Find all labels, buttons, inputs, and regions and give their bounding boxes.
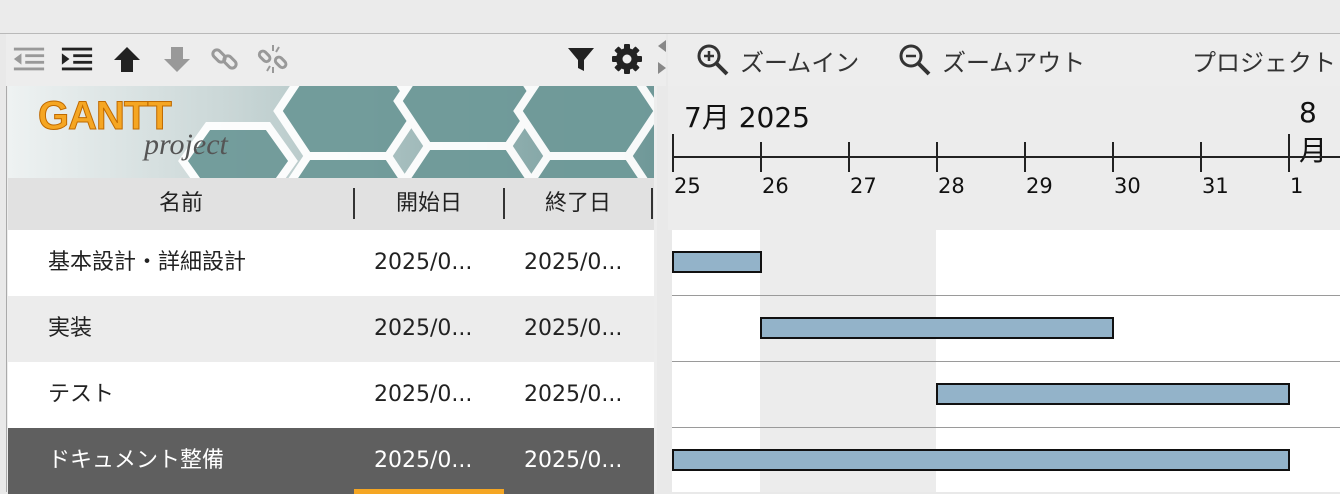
task-end-cell[interactable]: 2025/0... bbox=[524, 296, 622, 362]
day-tick bbox=[1200, 142, 1202, 172]
ganttproject-logo-banner: GANTT project bbox=[8, 86, 654, 178]
task-start-cell[interactable]: 2025/0... bbox=[374, 362, 472, 428]
zoom-out-button[interactable]: ズームアウト bbox=[898, 34, 1085, 86]
day-label: 29 bbox=[1026, 174, 1053, 198]
gantt-chart-area[interactable] bbox=[672, 230, 1340, 492]
table-row-selected[interactable]: ドキュメント整備 2025/0... 2025/0... bbox=[8, 428, 654, 494]
move-down-icon[interactable] bbox=[160, 42, 194, 76]
filter-icon[interactable] bbox=[564, 42, 598, 76]
chart-toolbar: ズームイン ズームアウト プロジェクト bbox=[668, 34, 1340, 86]
outdent-icon[interactable] bbox=[12, 42, 46, 76]
table-row[interactable]: 実装 2025/0... 2025/0... bbox=[8, 296, 654, 362]
column-header-name[interactable]: 名前 bbox=[8, 178, 354, 230]
task-name-cell[interactable]: テスト bbox=[48, 362, 114, 428]
day-tick bbox=[760, 142, 762, 172]
task-bar[interactable] bbox=[672, 449, 1290, 471]
next-month-label: 8月 bbox=[1299, 96, 1328, 167]
project-label: プロジェクト bbox=[1192, 48, 1336, 77]
task-start-cell[interactable]: 2025/0... bbox=[374, 428, 472, 494]
day-label: 1 bbox=[1290, 174, 1304, 198]
zoom-in-icon bbox=[697, 44, 729, 76]
task-end-cell[interactable]: 2025/0... bbox=[524, 230, 622, 296]
task-start-cell[interactable]: 2025/0... bbox=[374, 230, 472, 296]
row-divider bbox=[672, 427, 1340, 428]
table-row[interactable]: 基本設計・詳細設計 2025/0... 2025/0... bbox=[8, 230, 654, 296]
month-label: 7月 2025 bbox=[684, 101, 810, 134]
day-label: 28 bbox=[938, 174, 965, 198]
zoom-out-icon bbox=[899, 44, 931, 76]
day-tick bbox=[1112, 142, 1114, 172]
row-divider bbox=[672, 295, 1340, 296]
day-tick bbox=[936, 142, 938, 172]
unlink-icon[interactable] bbox=[256, 42, 290, 76]
day-label: 30 bbox=[1114, 174, 1141, 198]
table-row[interactable]: テスト 2025/0... 2025/0... bbox=[8, 362, 654, 428]
indent-icon[interactable] bbox=[60, 42, 94, 76]
task-end-cell[interactable]: 2025/0... bbox=[524, 428, 622, 494]
column-header-end[interactable]: 終了日 bbox=[505, 178, 651, 230]
zoom-in-label: ズームイン bbox=[740, 48, 860, 77]
day-label: 27 bbox=[850, 174, 877, 198]
day-tick bbox=[1024, 142, 1026, 172]
day-tick bbox=[848, 142, 850, 172]
row-divider bbox=[672, 361, 1340, 362]
zoom-in-button[interactable]: ズームイン bbox=[696, 34, 859, 86]
link-icon[interactable] bbox=[208, 42, 242, 76]
task-name-cell[interactable]: 基本設計・詳細設計 bbox=[48, 230, 246, 296]
day-label: 26 bbox=[762, 174, 789, 198]
project-button[interactable]: プロジェクト bbox=[1192, 34, 1336, 86]
day-label: 31 bbox=[1202, 174, 1229, 198]
task-toolbar bbox=[6, 34, 666, 86]
settings-gear-icon[interactable] bbox=[610, 42, 644, 76]
splitter-collapse-arrows-icon[interactable] bbox=[656, 38, 668, 80]
day-tick bbox=[672, 134, 674, 172]
day-label: 25 bbox=[674, 174, 701, 198]
task-bar[interactable] bbox=[936, 383, 1290, 405]
timeline-header: 7月 2025 8月 25 26 27 28 29 30 31 1 bbox=[668, 86, 1340, 230]
timeline-axis-line bbox=[672, 156, 1340, 158]
zoom-out-label: ズームアウト bbox=[942, 48, 1086, 77]
table-header: 名前 開始日 終了日 bbox=[8, 178, 654, 231]
task-name-cell[interactable]: 実装 bbox=[48, 296, 92, 362]
move-up-icon[interactable] bbox=[110, 42, 144, 76]
task-end-cell[interactable]: 2025/0... bbox=[524, 362, 622, 428]
task-name-cell[interactable]: ドキュメント整備 bbox=[48, 428, 224, 494]
task-bar[interactable] bbox=[760, 317, 1114, 339]
logo-project-text: project bbox=[144, 128, 228, 161]
column-header-start[interactable]: 開始日 bbox=[355, 178, 503, 230]
window-top-strip bbox=[0, 0, 1340, 34]
task-start-cell[interactable]: 2025/0... bbox=[374, 296, 472, 362]
column-divider[interactable] bbox=[651, 188, 653, 219]
day-tick bbox=[1288, 134, 1290, 172]
task-bar[interactable] bbox=[672, 251, 762, 273]
